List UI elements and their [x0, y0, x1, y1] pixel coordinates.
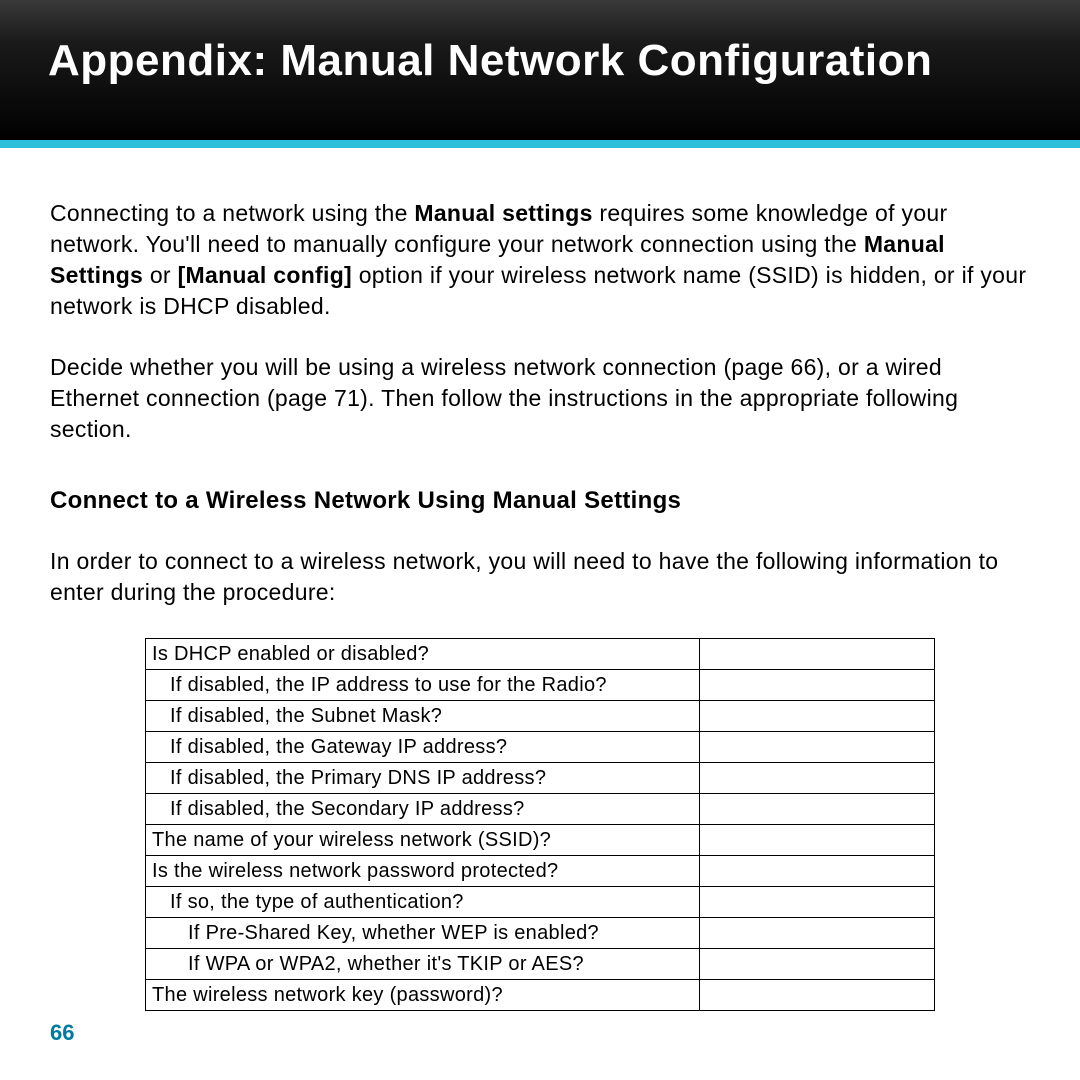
table-row: If disabled, the Subnet Mask? — [146, 700, 935, 731]
bold-text: Manual settings — [414, 200, 592, 226]
table-row: The wireless network key (password)? — [146, 979, 935, 1010]
table-row: If disabled, the Secondary IP address? — [146, 793, 935, 824]
header-bar: Appendix: Manual Network Configuration — [0, 0, 1080, 140]
question-text: If WPA or WPA2, whether it's TKIP or AES… — [152, 951, 693, 977]
page-number: 66 — [50, 1020, 74, 1046]
page-content: Connecting to a network using the Manual… — [0, 148, 1080, 1011]
question-text: Is DHCP enabled or disabled? — [152, 643, 429, 665]
table-row: If disabled, the Gateway IP address? — [146, 731, 935, 762]
question-text: The name of your wireless network (SSID)… — [152, 829, 551, 851]
question-cell: Is DHCP enabled or disabled? — [146, 638, 700, 669]
question-cell: If disabled, the Gateway IP address? — [146, 731, 700, 762]
section-intro: In order to connect to a wireless networ… — [50, 546, 1030, 608]
question-cell: The name of your wireless network (SSID)… — [146, 824, 700, 855]
question-cell: If Pre-Shared Key, whether WEP is enable… — [146, 917, 700, 948]
answer-cell — [700, 669, 935, 700]
question-cell: If so, the type of authentication? — [146, 886, 700, 917]
question-text: If disabled, the IP address to use for t… — [152, 672, 693, 698]
question-cell: If disabled, the Primary DNS IP address? — [146, 762, 700, 793]
question-text: If disabled, the Primary DNS IP address? — [152, 765, 693, 791]
question-text: If disabled, the Subnet Mask? — [152, 703, 693, 729]
answer-cell — [700, 700, 935, 731]
question-cell: The wireless network key (password)? — [146, 979, 700, 1010]
table-row: The name of your wireless network (SSID)… — [146, 824, 935, 855]
question-text: If disabled, the Gateway IP address? — [152, 734, 693, 760]
table-row: If disabled, the Primary DNS IP address? — [146, 762, 935, 793]
answer-cell — [700, 948, 935, 979]
section-heading: Connect to a Wireless Network Using Manu… — [50, 485, 1030, 517]
table-row: If Pre-Shared Key, whether WEP is enable… — [146, 917, 935, 948]
answer-cell — [700, 824, 935, 855]
question-cell: If disabled, the Subnet Mask? — [146, 700, 700, 731]
answer-cell — [700, 886, 935, 917]
intro-paragraph-1: Connecting to a network using the Manual… — [50, 198, 1030, 322]
info-table-body: Is DHCP enabled or disabled? If disabled… — [146, 638, 935, 1010]
bold-text: [Manual config] — [178, 262, 352, 288]
intro-paragraph-2: Decide whether you will be using a wirel… — [50, 352, 1030, 445]
question-text: If disabled, the Secondary IP address? — [152, 796, 693, 822]
question-text: Is the wireless network password protect… — [152, 860, 558, 882]
accent-line — [0, 140, 1080, 148]
answer-cell — [700, 855, 935, 886]
question-cell: If disabled, the Secondary IP address? — [146, 793, 700, 824]
question-cell: If WPA or WPA2, whether it's TKIP or AES… — [146, 948, 700, 979]
question-cell: If disabled, the IP address to use for t… — [146, 669, 700, 700]
answer-cell — [700, 638, 935, 669]
question-text: The wireless network key (password)? — [152, 984, 503, 1006]
question-cell: Is the wireless network password protect… — [146, 855, 700, 886]
answer-cell — [700, 979, 935, 1010]
answer-cell — [700, 731, 935, 762]
question-text: If so, the type of authentication? — [152, 889, 693, 915]
page-title: Appendix: Manual Network Configuration — [48, 36, 1032, 86]
table-row: If WPA or WPA2, whether it's TKIP or AES… — [146, 948, 935, 979]
table-row: If so, the type of authentication? — [146, 886, 935, 917]
answer-cell — [700, 917, 935, 948]
question-text: If Pre-Shared Key, whether WEP is enable… — [152, 920, 693, 946]
table-row: If disabled, the IP address to use for t… — [146, 669, 935, 700]
text: Connecting to a network using the — [50, 200, 414, 226]
table-row: Is the wireless network password protect… — [146, 855, 935, 886]
table-row: Is DHCP enabled or disabled? — [146, 638, 935, 669]
text: or — [143, 262, 177, 288]
info-table: Is DHCP enabled or disabled? If disabled… — [145, 638, 935, 1011]
answer-cell — [700, 793, 935, 824]
answer-cell — [700, 762, 935, 793]
